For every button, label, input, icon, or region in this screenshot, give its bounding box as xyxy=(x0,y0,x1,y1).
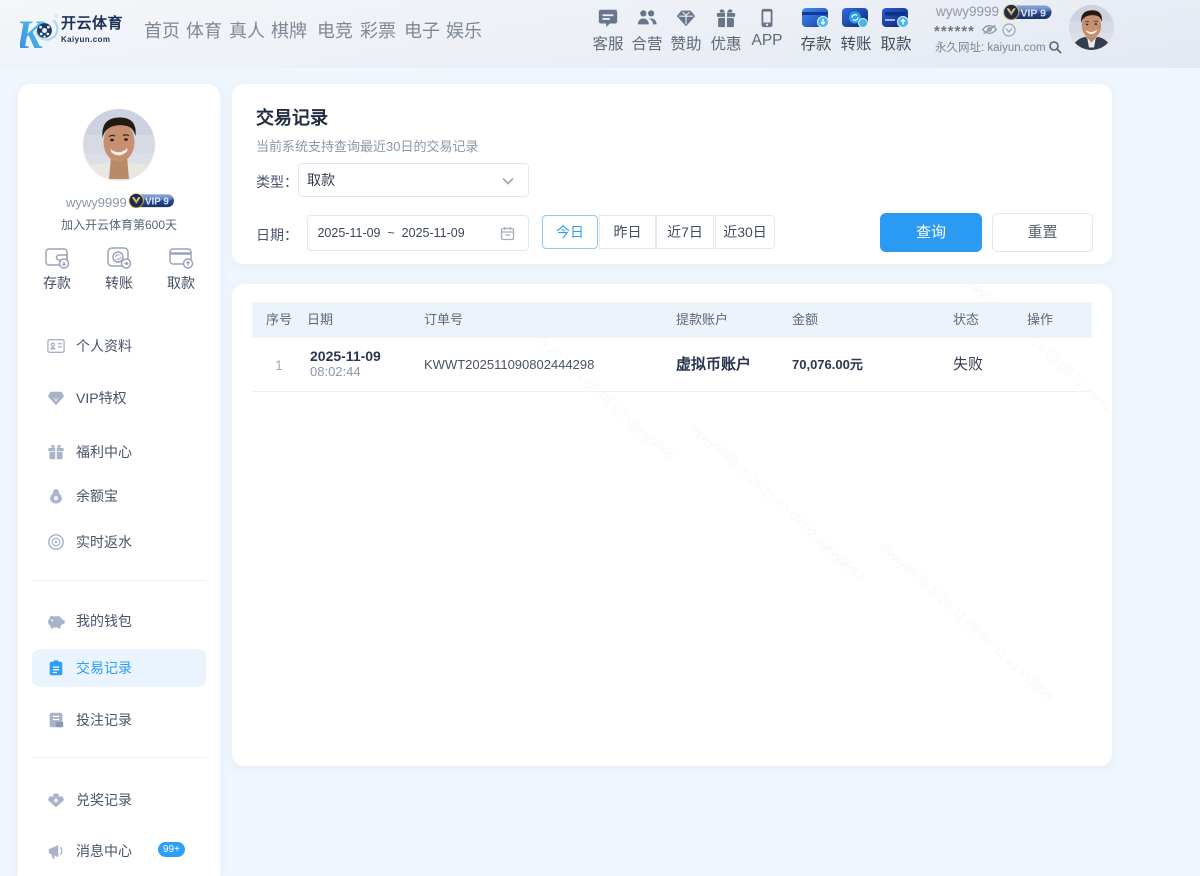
svg-text:VIP 9: VIP 9 xyxy=(1021,7,1047,19)
